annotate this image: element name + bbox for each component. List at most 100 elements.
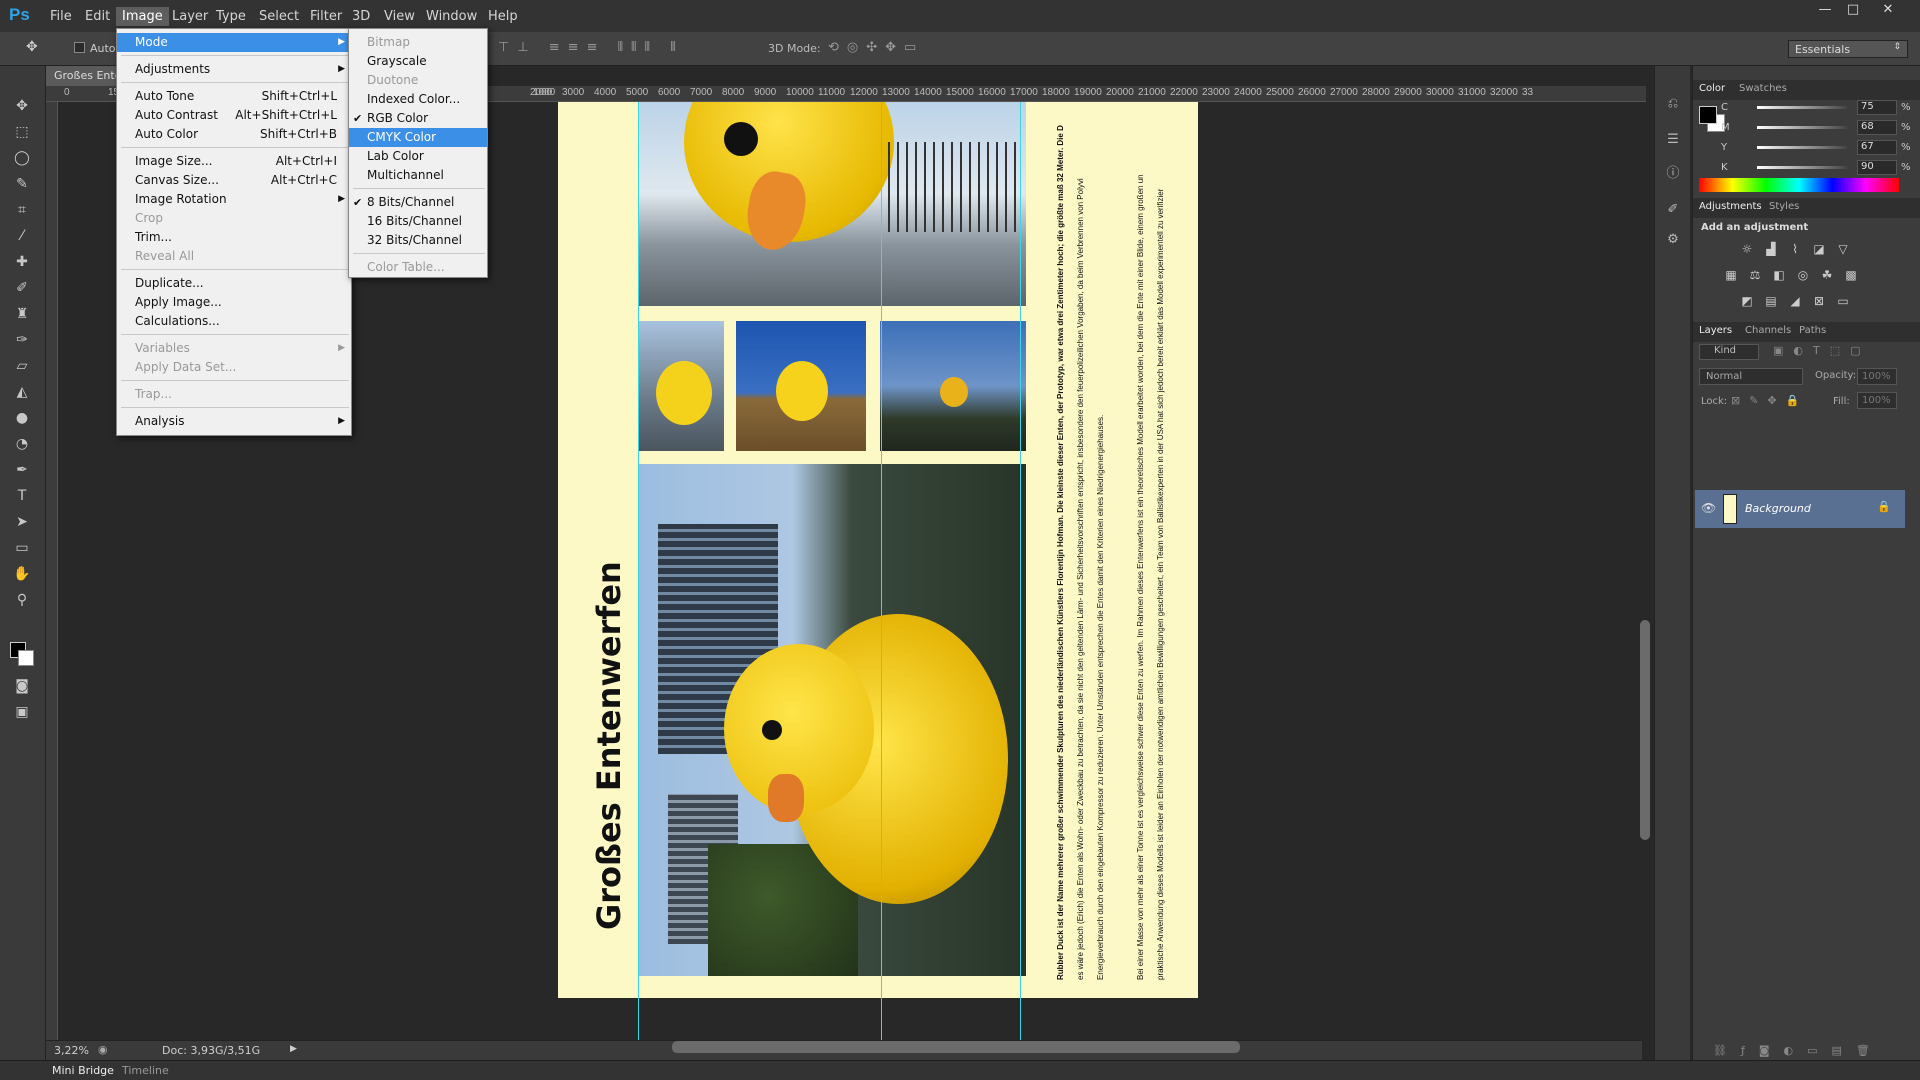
hand-tool-icon[interactable]: ✋ (12, 564, 32, 584)
slider-c-track[interactable] (1757, 106, 1847, 109)
dodge-tool-icon[interactable]: ◔ (12, 434, 32, 454)
slider-m-track[interactable] (1757, 126, 1847, 129)
slider-k[interactable]: K 90% (1697, 160, 1917, 178)
blend-mode-select[interactable]: Normal (1699, 368, 1803, 385)
image-menu-item-auto-contrast[interactable]: Auto Contrast Alt+Shift+Ctrl+L (117, 106, 351, 125)
3d-mode-icons[interactable]: ⟲◎✣✥▭ (828, 40, 924, 55)
guide-line-3[interactable] (1020, 102, 1021, 1040)
slider-k-track[interactable] (1757, 166, 1847, 169)
blur-tool-icon[interactable]: ● (12, 408, 32, 428)
tab-layers[interactable]: Layers (1699, 325, 1732, 336)
image-menu-item-image-size[interactable]: Image Size... Alt+Ctrl+I (117, 152, 351, 171)
history-brush-tool-icon[interactable]: ✑ (12, 330, 32, 350)
auto-select-checkbox[interactable] (74, 42, 85, 53)
layer-filter-kind[interactable]: Kind (1699, 344, 1759, 360)
image-menu-item-calculations[interactable]: Calculations... (117, 312, 351, 331)
screen-mode-icon[interactable]: ▣ (12, 702, 32, 722)
fg-color-chip[interactable] (1699, 106, 1717, 124)
image-menu-item-mode[interactable]: Mode ▶ (117, 33, 351, 52)
invert-icon[interactable]: ◩ (1739, 294, 1755, 308)
tab-color[interactable]: Color (1699, 83, 1725, 94)
levels-icon[interactable]: ▟ (1763, 242, 1779, 256)
guide-line-2[interactable] (881, 102, 882, 1040)
shape-tool-icon[interactable]: ▭ (12, 538, 32, 558)
maximize-button[interactable]: □ (1838, 0, 1868, 20)
mode-menu-item-grayscale[interactable]: Grayscale (349, 52, 487, 71)
mode-menu-item-rgb-color[interactable]: RGB Color ✔ (349, 109, 487, 128)
posterize-icon[interactable]: ▤ (1763, 294, 1779, 308)
color-spectrum-ramp[interactable] (1699, 178, 1899, 192)
tab-paths[interactable]: Paths (1799, 325, 1826, 336)
layer-row-background[interactable]: 👁 Background 🔒 (1695, 490, 1905, 528)
image-menu-item-analysis[interactable]: Analysis ▶ (117, 412, 351, 431)
layer-filter-icons[interactable]: ▣◐T⬚▢ (1773, 344, 1871, 357)
photo-filter-icon[interactable]: ◎ (1795, 268, 1811, 282)
mode-menu-item-16-bits-channel[interactable]: 16 Bits/Channel (349, 212, 487, 231)
tab-adjustments[interactable]: Adjustments (1699, 201, 1762, 212)
mode-menu-item-32-bits-channel[interactable]: 32 Bits/Channel (349, 231, 487, 250)
lasso-tool-icon[interactable]: ◯ (12, 148, 32, 168)
gradient-map-icon[interactable]: ▭ (1835, 294, 1851, 308)
menu-edit[interactable]: Edit (79, 7, 116, 26)
horizontal-scrollbar[interactable] (672, 1041, 1240, 1053)
eraser-tool-icon[interactable]: ▱ (12, 356, 32, 376)
exposure-icon[interactable]: ◪ (1811, 242, 1827, 256)
align-icons[interactable]: ⊤⊥ ≡≡≡ ⫴⫴⫴ ⦀ (498, 40, 684, 55)
slider-y-track[interactable] (1757, 146, 1847, 149)
slider-c-value[interactable]: 75 (1857, 100, 1897, 115)
tab-timeline[interactable]: Timeline (122, 1064, 169, 1077)
fill-field[interactable]: 100% (1857, 392, 1897, 409)
image-menu-item-adjustments[interactable]: Adjustments ▶ (117, 60, 351, 79)
brush-tool-icon[interactable]: ✐ (12, 278, 32, 298)
mode-menu-item-cmyk-color[interactable]: CMYK Color (349, 128, 487, 147)
zoom-level[interactable]: 3,22% (54, 1044, 89, 1057)
path-select-tool-icon[interactable]: ➤ (12, 512, 32, 532)
crop-tool-icon[interactable]: ⌗ (12, 200, 32, 220)
menu-3d[interactable]: 3D (346, 7, 376, 26)
info-icon[interactable]: ⓘ (1665, 162, 1681, 181)
tool-presets-icon[interactable]: ⚙ (1665, 232, 1681, 248)
quick-mask-icon[interactable]: ◙ (12, 676, 32, 696)
threshold-icon[interactable]: ◢ (1787, 294, 1803, 308)
image-menu-item-trim[interactable]: Trim... (117, 228, 351, 247)
tab-swatches[interactable]: Swatches (1739, 83, 1787, 94)
properties-icon[interactable]: ☰ (1665, 132, 1681, 148)
quick-select-tool-icon[interactable]: ✎ (12, 174, 32, 194)
move-tool-icon[interactable]: ✥ (26, 39, 38, 55)
image-menu-item-apply-image[interactable]: Apply Image... (117, 293, 351, 312)
color-balance-icon[interactable]: ⚖ (1747, 268, 1763, 282)
image-menu-item-duplicate[interactable]: Duplicate... (117, 274, 351, 293)
brush-presets-icon[interactable]: ✐ (1665, 202, 1681, 218)
eye-icon[interactable]: 👁 (1701, 501, 1716, 515)
document-tab[interactable]: Großes Ente (46, 66, 116, 86)
menu-view[interactable]: View (378, 7, 421, 26)
hue-saturation-icon[interactable]: ▦ (1723, 268, 1739, 282)
menu-filter[interactable]: Filter (304, 7, 348, 26)
mode-menu-item-8-bits-channel[interactable]: 8 Bits/Channel ✔ (349, 193, 487, 212)
status-menu-arrow-icon[interactable]: ▶ (290, 1044, 297, 1054)
healing-tool-icon[interactable]: ✚ (12, 252, 32, 272)
image-menu-item-auto-tone[interactable]: Auto Tone Shift+Ctrl+L (117, 87, 351, 106)
color-lookup-icon[interactable]: ▩ (1843, 268, 1859, 282)
close-button[interactable]: ✕ (1873, 0, 1903, 20)
guide-line-1[interactable] (638, 102, 639, 1040)
menu-help[interactable]: Help (482, 7, 524, 26)
channel-mixer-icon[interactable]: ☘ (1819, 268, 1835, 282)
slider-y-value[interactable]: 67 (1857, 140, 1897, 155)
menu-select[interactable]: Select (253, 7, 305, 26)
mode-menu-item-indexed-color[interactable]: Indexed Color... (349, 90, 487, 109)
type-tool-icon[interactable]: T (12, 486, 32, 506)
layer-name[interactable]: Background (1745, 502, 1811, 515)
slider-m[interactable]: M 68% (1697, 120, 1917, 138)
document-page[interactable]: Rubber Duck ist der Name mehrerer großer… (558, 102, 1198, 998)
history-icon[interactable]: ⎌ (1665, 96, 1681, 112)
move-tool-icon[interactable]: ✥ (12, 96, 32, 116)
zoom-tool-icon[interactable]: ⚲ (12, 590, 32, 610)
slider-k-value[interactable]: 90 (1857, 160, 1897, 175)
menu-file[interactable]: File (44, 7, 78, 26)
image-menu-item-auto-color[interactable]: Auto Color Shift+Ctrl+B (117, 125, 351, 144)
menu-layer[interactable]: Layer (166, 7, 214, 26)
slider-m-value[interactable]: 68 (1857, 120, 1897, 135)
pen-tool-icon[interactable]: ✒ (12, 460, 32, 480)
paint-bucket-tool-icon[interactable]: ◭ (12, 382, 32, 402)
